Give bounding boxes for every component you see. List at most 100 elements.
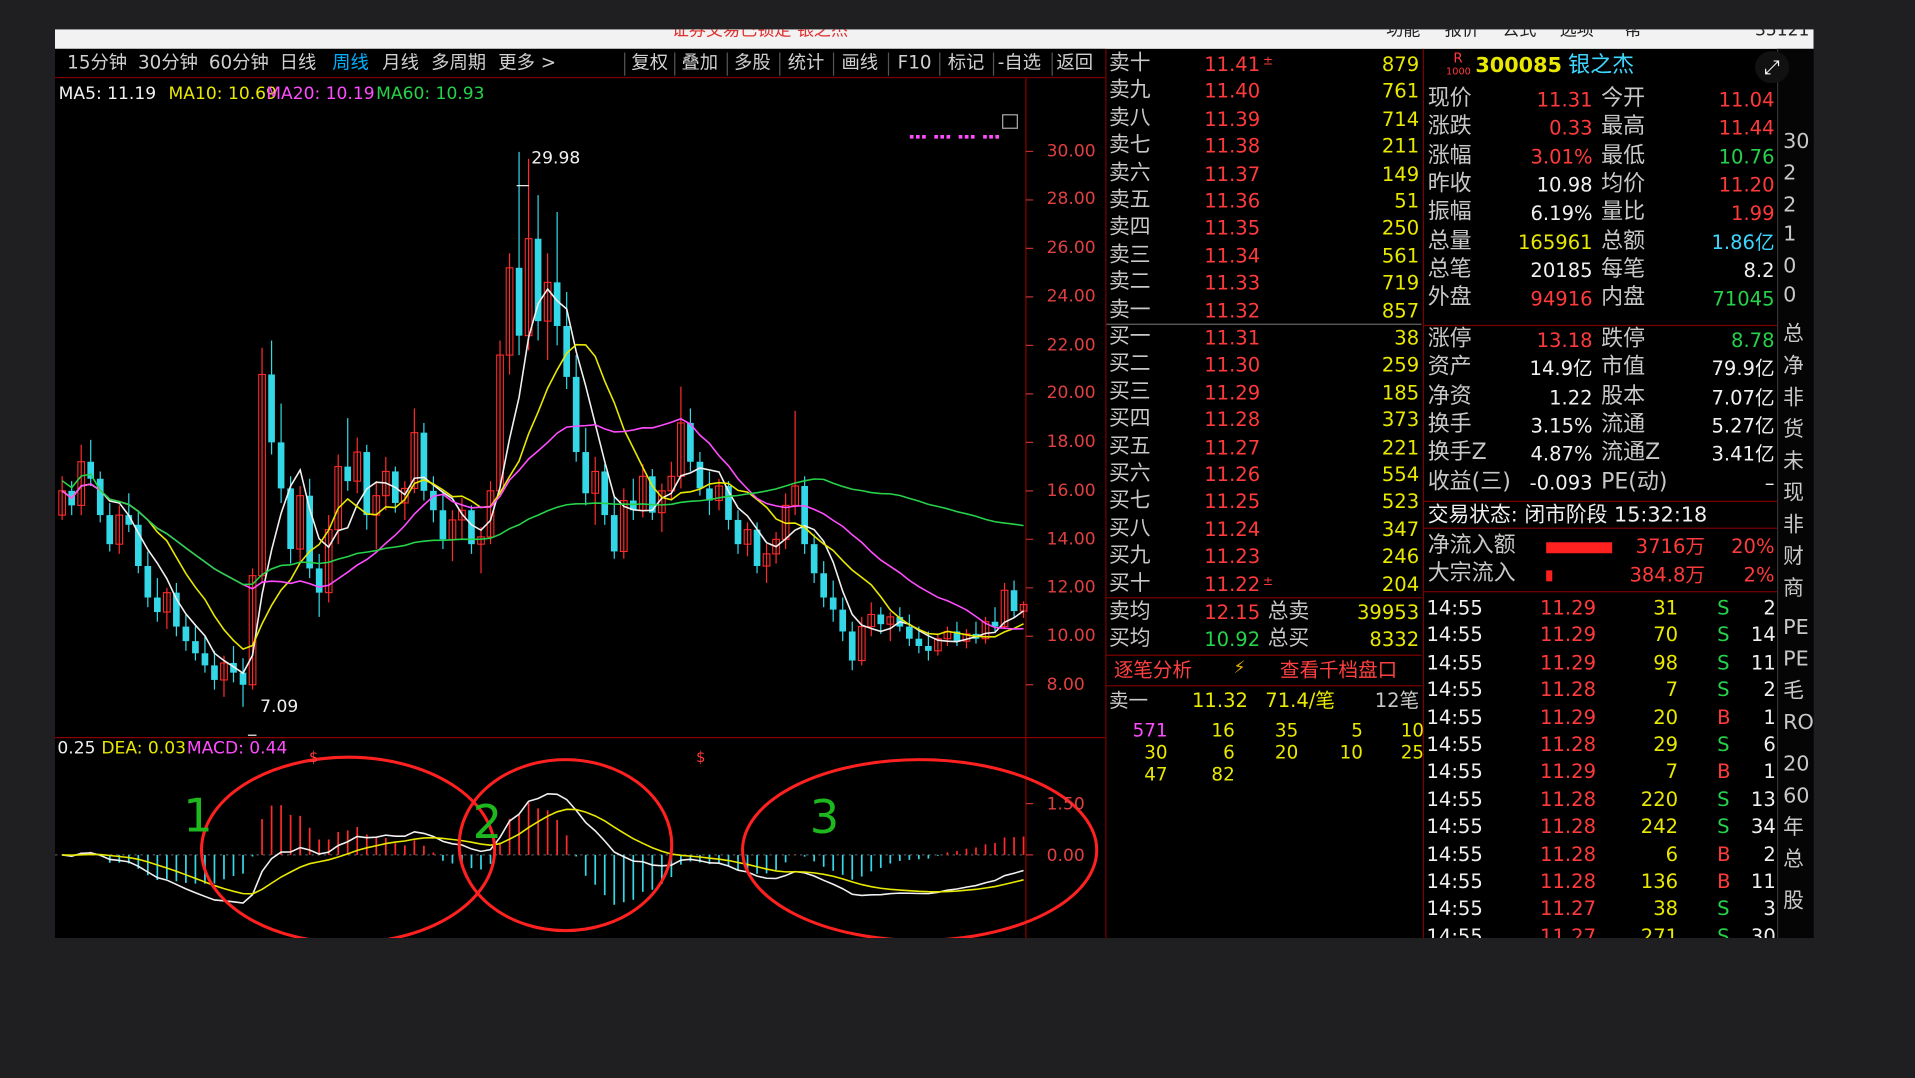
quote-row: 收益(三) -0.093 PE(动) – xyxy=(1424,470,1778,498)
tool-watchlist[interactable]: -自选 xyxy=(998,53,1041,72)
ask-level-row[interactable]: 卖二 11.33 719 xyxy=(1106,270,1421,297)
level-price: 11.22 xyxy=(1204,572,1261,596)
level-price: 11.40 xyxy=(1204,79,1261,104)
flow-value: 3716万 xyxy=(1635,534,1705,559)
tool-f10[interactable]: F10 xyxy=(898,53,932,72)
book-tabs: 逐笔分析 ⚡ 查看千档盘口 xyxy=(1106,657,1421,684)
ask-level-row[interactable]: 卖六 11.37 149 xyxy=(1106,161,1421,188)
menu-item[interactable]: 公式 xyxy=(1502,29,1536,39)
ask-level-row[interactable]: 卖三 11.34 561 xyxy=(1106,243,1421,270)
period-week[interactable]: 周线 xyxy=(332,53,369,72)
tool-multistock[interactable]: 多股 xyxy=(734,53,771,72)
tick-time: 14:55 xyxy=(1426,678,1483,702)
period-day[interactable]: 日线 xyxy=(280,53,317,72)
bid-level-row[interactable]: 买八 11.24 347 xyxy=(1106,516,1421,543)
candle-body xyxy=(515,267,523,336)
queue-order: 47 xyxy=(1144,763,1168,786)
sum-value: 39953 xyxy=(1356,600,1420,625)
period-more[interactable]: 更多 > xyxy=(498,53,556,72)
price-tick: 14.00 xyxy=(1046,530,1096,550)
period-60min[interactable]: 60分钟 xyxy=(209,53,269,72)
ask-level-row[interactable]: 卖四 11.35 250 xyxy=(1106,215,1421,242)
candle-body xyxy=(211,665,218,680)
side-label: 净 xyxy=(1783,354,1804,379)
tool-stats[interactable]: 统计 xyxy=(788,53,825,72)
toolbar-divider xyxy=(624,52,626,76)
period-month[interactable]: 月线 xyxy=(382,53,419,72)
period-30min[interactable]: 30分钟 xyxy=(138,53,198,72)
tool-adjust[interactable]: 复权 xyxy=(631,53,668,72)
bid-level-row[interactable]: 买七 11.25 523 xyxy=(1106,489,1421,516)
tab-thousand-levels[interactable]: 查看千档盘口 xyxy=(1280,660,1397,681)
rzrq-badge: R xyxy=(1453,50,1463,66)
quote-label: 股本 xyxy=(1601,382,1646,409)
menu-item[interactable]: 选项 xyxy=(1560,29,1594,39)
bid-level-row[interactable]: 买十 11.22 ±204 xyxy=(1106,571,1421,598)
ask-level-row[interactable]: 卖一 11.32 857 xyxy=(1106,298,1421,325)
quote-value: 4.87% xyxy=(1530,442,1593,466)
candle-body xyxy=(829,597,837,610)
quote-row: 换手 3.15% 流通 5.27亿 xyxy=(1424,413,1778,441)
toolbar-divider xyxy=(939,52,941,76)
bid-level-row[interactable]: 买三 11.29 185 xyxy=(1106,380,1421,407)
tick-count: 2 xyxy=(1763,595,1776,620)
candle-body xyxy=(134,524,142,566)
ask-level-row[interactable]: 卖十 11.41 ±879 xyxy=(1106,51,1421,78)
bid-level-row[interactable]: 买一 11.31 38 xyxy=(1106,325,1421,352)
tab-tick-analysis[interactable]: 逐笔分析 xyxy=(1114,660,1192,681)
candle-body xyxy=(268,374,275,443)
bid-level-row[interactable]: 买二 11.30 259 xyxy=(1106,352,1421,379)
ask-level-row[interactable]: 卖九 11.40 761 xyxy=(1106,79,1421,106)
period-15min[interactable]: 15分钟 xyxy=(67,53,127,72)
ask-level-row[interactable]: 卖五 11.36 51 xyxy=(1106,188,1421,215)
side-label: 20 xyxy=(1783,752,1810,777)
ask-level-row[interactable]: 卖七 11.38 211 xyxy=(1106,133,1421,160)
candle-body xyxy=(848,631,856,661)
ma20-line xyxy=(61,417,1024,630)
menu-item[interactable]: 报价 xyxy=(1445,29,1479,39)
tick-side: S xyxy=(1717,623,1730,647)
tool-back[interactable]: 返回 xyxy=(1056,53,1093,72)
level-price: 11.41 xyxy=(1204,52,1261,76)
level-label: 买四 xyxy=(1108,406,1151,432)
restore-icon[interactable]: ⤢ xyxy=(1755,51,1790,84)
toolbar-divider xyxy=(674,52,676,76)
chart-toolbar: 15分钟 30分钟 60分钟 日线 周线 月线 多周期 更多 > 复权 叠加 多… xyxy=(54,48,1106,79)
side-label: 1 xyxy=(1783,222,1797,247)
level-price: 11.33 xyxy=(1204,271,1261,295)
ask-level-row[interactable]: 卖八 11.39 714 xyxy=(1106,106,1421,133)
queue-order: 10 xyxy=(1400,719,1425,742)
tool-draw[interactable]: 画线 xyxy=(841,53,878,72)
level-volume: 204 xyxy=(1381,572,1420,596)
tool-mark[interactable]: 标记 xyxy=(948,53,985,72)
level-volume: 185 xyxy=(1381,380,1420,405)
level-label: 买三 xyxy=(1108,379,1151,405)
level-label: 买十 xyxy=(1108,571,1151,596)
candle-body xyxy=(277,442,285,489)
avg-price: 10.92 xyxy=(1204,627,1261,651)
menu-item[interactable]: 帮 xyxy=(1624,29,1641,39)
tool-overlay[interactable]: 叠加 xyxy=(681,53,718,72)
tick-row: 14:55 11.28 136 B 11 xyxy=(1424,868,1778,895)
level-price: 11.30 xyxy=(1204,353,1261,377)
level-volume: 554 xyxy=(1381,462,1420,487)
tick-time: 14:55 xyxy=(1426,732,1483,756)
menu-item[interactable]: 功能 xyxy=(1386,29,1420,39)
ask-average-row: 卖均 12.15 总卖 39953 xyxy=(1106,600,1421,627)
level-price: 11.38 xyxy=(1204,134,1261,158)
tick-count: 1 xyxy=(1763,760,1776,784)
tick-price: 11.28 xyxy=(1540,814,1597,839)
bid-level-row[interactable]: 买五 11.27 221 xyxy=(1106,434,1421,461)
bid-average-row: 买均 10.92 总买 8332 xyxy=(1106,627,1421,654)
bid-level-row[interactable]: 买四 11.28 373 xyxy=(1106,407,1421,434)
quote-label: 最低 xyxy=(1601,142,1646,169)
period-multi[interactable]: 多周期 xyxy=(431,53,486,72)
bid-level-row[interactable]: 买九 11.23 246 xyxy=(1106,544,1421,571)
candle-body xyxy=(553,282,561,326)
quote-row: 振幅 6.19% 量比 1.99 xyxy=(1424,201,1778,229)
bid-level-row[interactable]: 买六 11.26 554 xyxy=(1106,462,1421,489)
quote-value: 7.07亿 xyxy=(1711,385,1775,409)
tick-row: 14:55 11.29 31 S 2 xyxy=(1424,595,1778,622)
level-volume: 879 xyxy=(1381,52,1420,76)
ma60-line xyxy=(61,473,1024,586)
